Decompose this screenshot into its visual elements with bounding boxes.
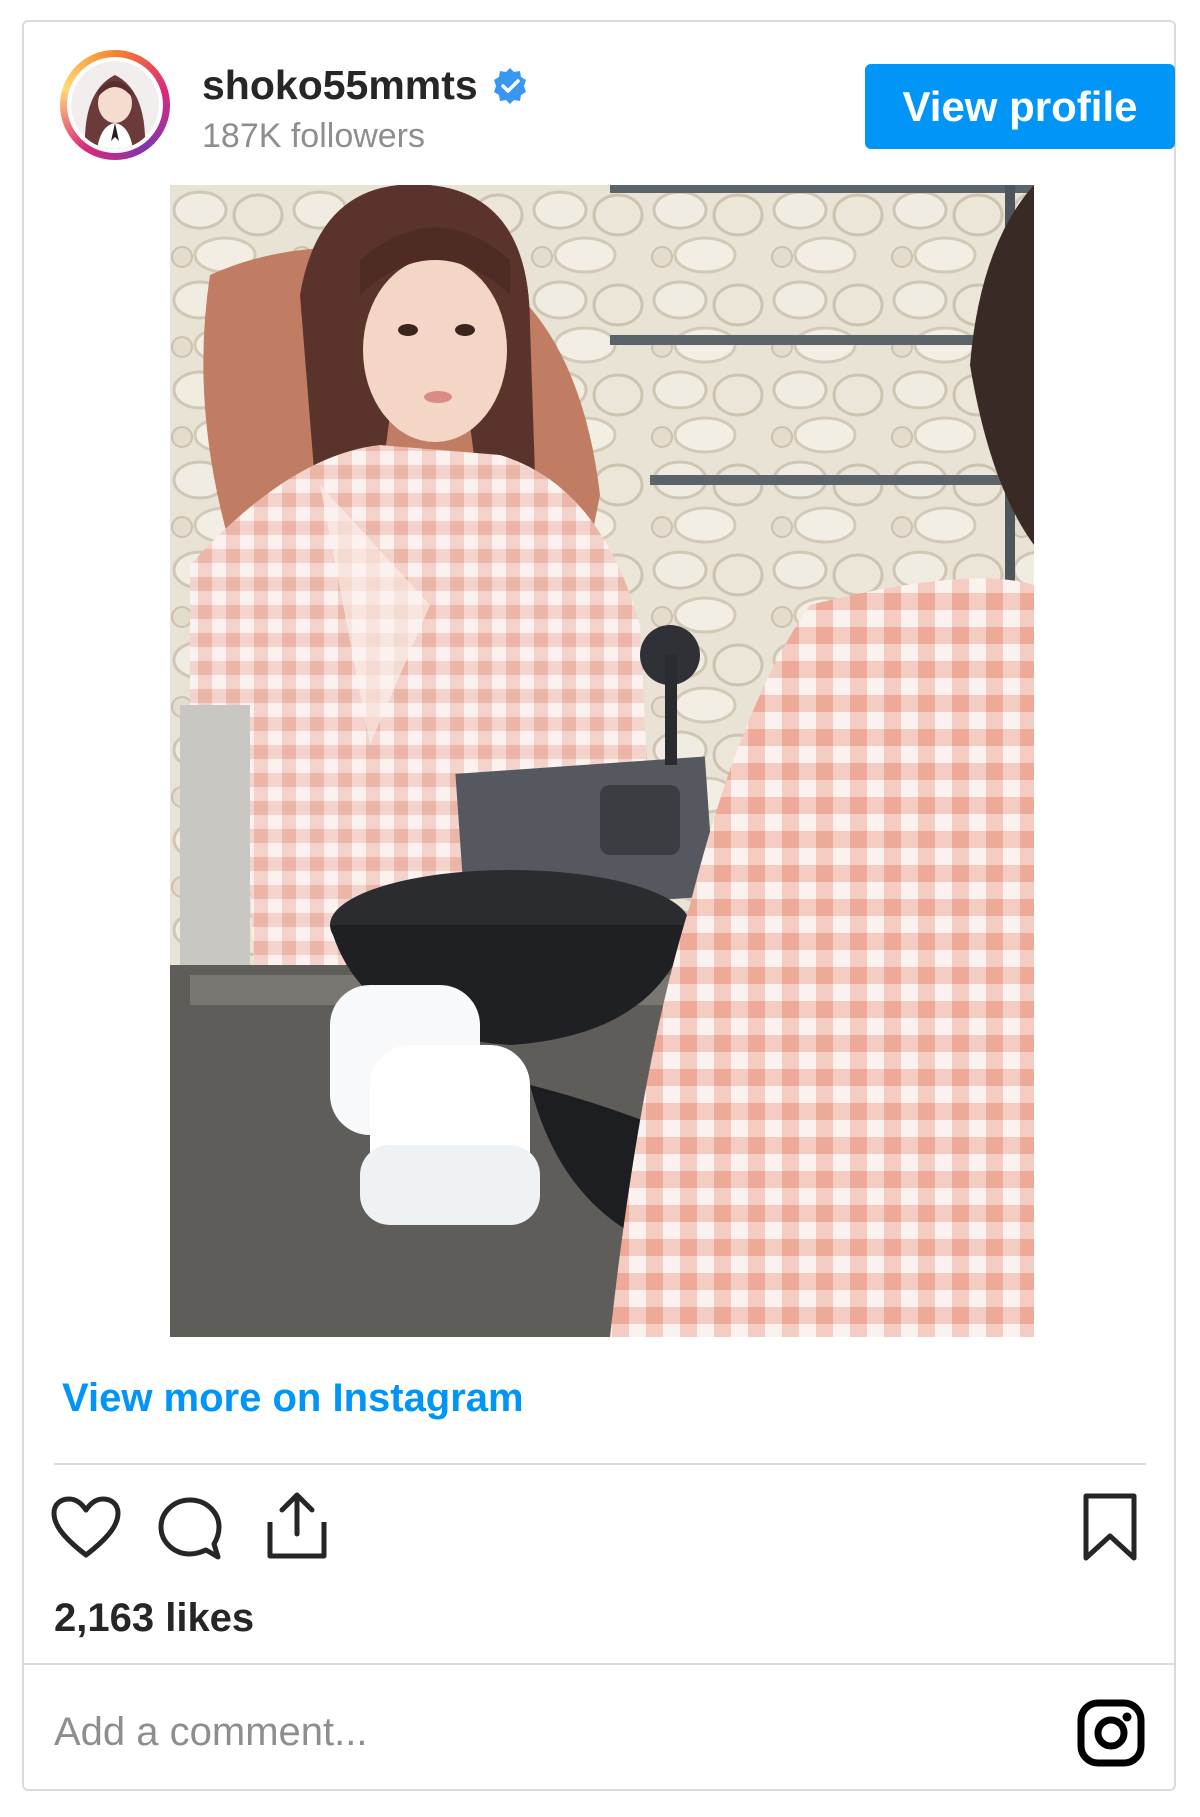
share-icon[interactable] [264, 1490, 330, 1562]
post-header: shoko55mmts 187K followers View profile [24, 22, 1175, 187]
instagram-logo-icon[interactable] [1076, 1698, 1146, 1768]
view-profile-button[interactable]: View profile [865, 64, 1175, 149]
follower-count: 187K followers [202, 117, 426, 155]
heart-icon[interactable] [50, 1495, 122, 1561]
comment-bubble-icon[interactable] [156, 1495, 224, 1563]
actions-divider [54, 1463, 1146, 1465]
like-count: 2,163 likes [54, 1596, 255, 1640]
bookmark-icon[interactable] [1080, 1492, 1140, 1564]
username[interactable]: shoko55mmts [202, 62, 478, 109]
instagram-embed-card: shoko55mmts 187K followers View profile [22, 20, 1176, 1791]
verified-badge-icon [493, 67, 526, 104]
view-more-on-instagram-link[interactable]: View more on Instagram [62, 1376, 524, 1421]
add-comment-input[interactable]: Add a comment... [54, 1710, 367, 1755]
comment-divider [24, 1663, 1174, 1665]
avatar-story-ring[interactable] [60, 50, 170, 160]
post-image[interactable] [170, 185, 1034, 1337]
username-row: shoko55mmts [202, 62, 530, 109]
avatar[interactable] [67, 57, 163, 153]
